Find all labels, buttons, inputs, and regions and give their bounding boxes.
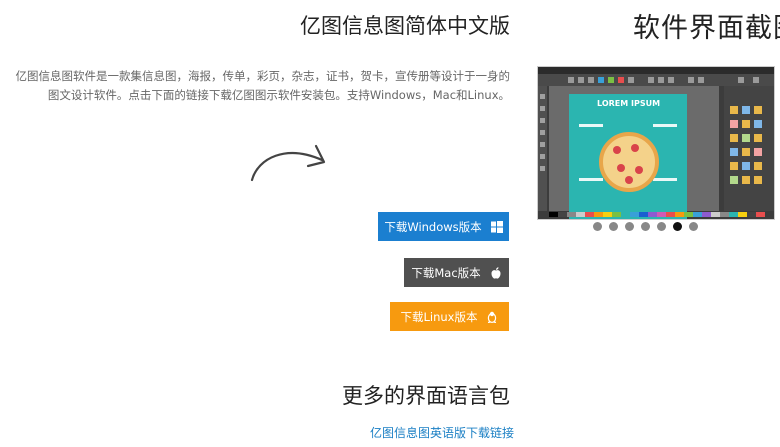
screenshot-shape-library — [724, 86, 774, 211]
curved-arrow-icon — [250, 144, 326, 182]
edition-title: 亿图信息图简体中文版 — [300, 14, 510, 38]
screenshot-section-title: 软件界面截图 — [633, 13, 780, 44]
screenshot-left-toolbar — [538, 86, 547, 211]
software-screenshot-image[interactable]: LOREM IPSUM — [537, 66, 775, 220]
carousel-dot-2[interactable] — [609, 222, 618, 231]
english-version-download-link[interactable]: 亿图信息图英语版下载链接 — [370, 424, 514, 441]
download-mac-label: 下载Mac版本 — [411, 265, 481, 280]
carousel-dot-5[interactable] — [657, 222, 666, 231]
carousel-dot-3[interactable] — [625, 222, 634, 231]
more-languages-title: 更多的界面语言包 — [342, 384, 510, 408]
carousel-dot-1[interactable] — [593, 222, 602, 231]
download-linux-label: 下载Linux版本 — [400, 309, 478, 324]
carousel-dot-6[interactable] — [673, 222, 682, 231]
windows-icon — [490, 220, 503, 233]
screenshot-lorem-text: LOREM IPSUM — [597, 99, 661, 108]
screenshot-toolbar — [538, 74, 774, 86]
screenshot-menubar — [538, 67, 774, 74]
download-windows-label: 下载Windows版本 — [384, 219, 482, 234]
linux-penguin-icon — [488, 311, 497, 323]
download-windows-button[interactable]: 下载Windows版本 — [378, 212, 509, 241]
screenshot-infographic-page: LOREM IPSUM — [569, 94, 687, 219]
carousel-dots — [593, 222, 705, 234]
download-mac-button[interactable]: 下载Mac版本 — [404, 258, 509, 287]
carousel-dot-7[interactable] — [689, 222, 698, 231]
pizza-illustration — [599, 132, 659, 192]
download-linux-button[interactable]: 下载Linux版本 — [390, 302, 509, 331]
screenshot-color-palette — [549, 212, 774, 217]
carousel-dot-4[interactable] — [641, 222, 650, 231]
edition-description: 亿图信息图软件是一款集信息图，海报，传单，彩页，杂志，证书，贺卡，宣传册等设计于… — [15, 69, 511, 102]
apple-icon — [491, 266, 501, 279]
